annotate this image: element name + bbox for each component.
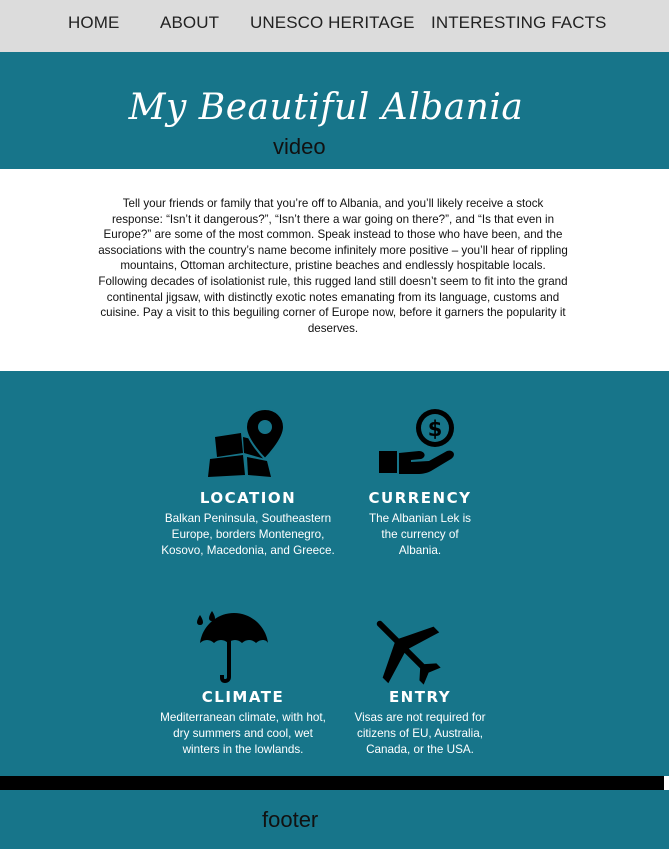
nav-unesco-heritage-link[interactable]: UNESCO HERITAGE <box>250 13 415 33</box>
footer-label: footer <box>262 807 319 832</box>
fact-currency: CURRENCY The Albanian Lek is the currenc… <box>355 489 485 558</box>
fact-entry-title: ENTRY <box>388 688 452 706</box>
fact-location-title: LOCATION <box>199 489 297 507</box>
nav-about-link[interactable]: ABOUT <box>160 13 219 33</box>
page-title: My Beautiful Albania <box>128 87 524 128</box>
money-hand-icon: $ <box>379 409 454 474</box>
fact-climate-text: Mediterranean climate, with hot, dry sum… <box>160 711 326 756</box>
fact-currency-title: CURRENCY <box>368 489 472 507</box>
footer: footer <box>0 790 669 849</box>
fact-location: LOCATION Balkan Peninsula, Southeastern … <box>158 489 338 558</box>
facts-section: LOCATION Balkan Peninsula, Southeastern … <box>0 371 669 776</box>
video-placeholder[interactable]: video <box>273 134 326 160</box>
top-nav: HOME ABOUT UNESCO HERITAGE INTERESTING F… <box>0 0 669 52</box>
nav-home-link[interactable]: HOME <box>68 13 119 33</box>
umbrella-rain-icon <box>197 611 268 683</box>
fact-currency-text: The Albanian Lek is the currency of Alba… <box>369 512 472 557</box>
svg-text:$: $ <box>428 417 443 441</box>
map-pin-icon <box>208 407 286 477</box>
fact-location-text: Balkan Peninsula, Southeastern Europe, b… <box>161 512 335 557</box>
nav-interesting-facts-link[interactable]: INTERESTING FACTS <box>431 13 607 33</box>
fact-entry: ENTRY Visas are not required for citizen… <box>346 688 494 757</box>
fact-climate: CLIMATE Mediterranean climate, with hot,… <box>158 688 328 757</box>
airplane-icon <box>376 620 441 685</box>
intro-section: Tell your friends or family that you’re … <box>0 169 669 371</box>
fact-entry-text: Visas are not required for citizens of E… <box>354 711 486 756</box>
divider-bar <box>0 776 664 790</box>
hero-banner: My Beautiful Albania video <box>0 52 669 169</box>
fact-climate-title: CLIMATE <box>201 688 285 706</box>
intro-text: Tell your friends or family that you’re … <box>98 197 568 335</box>
